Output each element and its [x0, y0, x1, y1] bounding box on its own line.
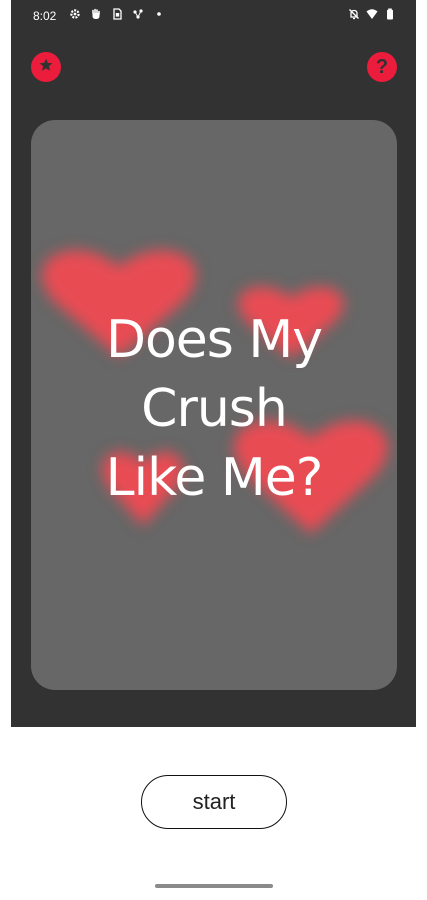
- card-title: Does My Crush Like Me?: [31, 306, 397, 513]
- network-icon: [132, 8, 144, 20]
- star-icon: [38, 57, 54, 78]
- status-left-icons: [69, 8, 165, 20]
- status-right-icons: [348, 8, 396, 20]
- help-icon: ?: [375, 56, 389, 78]
- hand-icon: [90, 8, 102, 20]
- help-button[interactable]: ?: [367, 52, 397, 82]
- title-line: Crush: [141, 379, 288, 439]
- settings-icon: [69, 8, 81, 20]
- gesture-nav-handle[interactable]: [155, 884, 273, 888]
- start-button[interactable]: start: [141, 775, 287, 829]
- status-bar: 8:02: [11, 0, 416, 34]
- favorites-button[interactable]: [31, 52, 61, 82]
- app-frame: 8:02 ? Does My Crush Like Me?: [11, 0, 416, 727]
- dot-icon: [153, 8, 165, 20]
- wifi-icon: [366, 8, 378, 20]
- app-screen: 8:02 ? Does My Crush Like Me? start: [0, 0, 427, 900]
- title-line: Like Me?: [105, 448, 324, 508]
- battery-icon: [384, 8, 396, 20]
- title-line: Does My: [105, 310, 323, 370]
- notifications-off-icon: [348, 8, 360, 20]
- sim-card-icon: [111, 8, 123, 20]
- status-time: 8:02: [33, 9, 57, 23]
- title-card: Does My Crush Like Me?: [31, 120, 397, 690]
